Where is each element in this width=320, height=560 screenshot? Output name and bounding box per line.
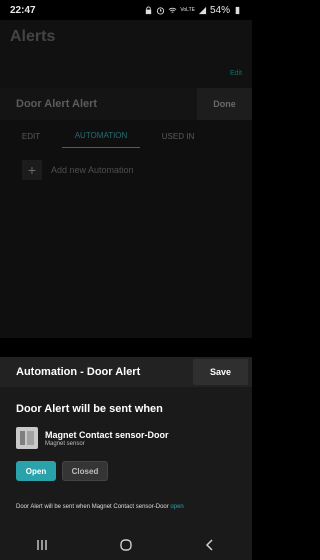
edit-link[interactable]: Edit [230,70,242,77]
alert-editor-panel: Door Alert Alert Done EDIT AUTOMATION US… [0,88,252,338]
home-button[interactable] [106,535,146,555]
plus-icon: + [22,160,42,180]
save-button[interactable]: Save [193,359,248,385]
navigation-bar [0,529,252,560]
device-name: Magnet Contact sensor-Door [45,429,169,440]
battery-icon [235,6,240,14]
page-title: Alerts [10,28,56,45]
alert-editor-tabs: EDIT AUTOMATION USED IN [0,124,252,148]
tab-automation[interactable]: AUTOMATION [62,124,140,148]
status-bar: 22:47 VoLTE 54% [0,0,252,20]
back-button[interactable] [190,535,230,555]
alert-editor-title: Door Alert Alert [16,98,98,110]
recents-button[interactable] [22,535,62,555]
add-automation-label: Add new Automation [51,165,134,175]
magnet-sensor-icon [16,427,38,449]
back-icon [205,538,213,551]
automation-sheet-title: Automation - Door Alert [16,366,141,378]
add-automation-button[interactable]: + Add new Automation [22,160,134,180]
lock-icon [146,5,152,14]
closed-option-button[interactable]: Closed [62,461,108,481]
automation-sheet: Automation - Door Alert Save Door Alert … [0,357,252,529]
recents-icon [37,539,47,550]
done-button[interactable]: Done [197,88,252,120]
automation-summary: Door Alert will be sent when Magnet Cont… [16,504,184,510]
automation-heading: Door Alert will be sent when [16,403,163,415]
alarm-icon [157,6,165,15]
status-icons: VoLTE 54% [144,5,242,16]
tab-edit[interactable]: EDIT [0,124,62,148]
alert-editor-header: Door Alert Alert Done [0,88,252,120]
status-time: 22:47 [10,4,36,16]
device-type: Magnet sensor [45,440,85,447]
volte-label: VoLTE [180,6,195,13]
summary-value: open [170,504,184,510]
device-row: Magnet Contact sensor-Door Magnet sensor [16,427,169,449]
wifi-icon [168,7,177,13]
summary-text: Door Alert will be sent when Magnet Cont… [16,504,169,510]
battery-percent: 54% [209,4,230,16]
home-icon [120,538,132,551]
automation-sheet-header: Automation - Door Alert Save [0,357,252,387]
signal-icon [198,6,207,14]
open-option-button[interactable]: Open [16,461,56,481]
state-options: Open Closed [16,461,108,481]
tab-used-in[interactable]: USED IN [140,124,216,148]
